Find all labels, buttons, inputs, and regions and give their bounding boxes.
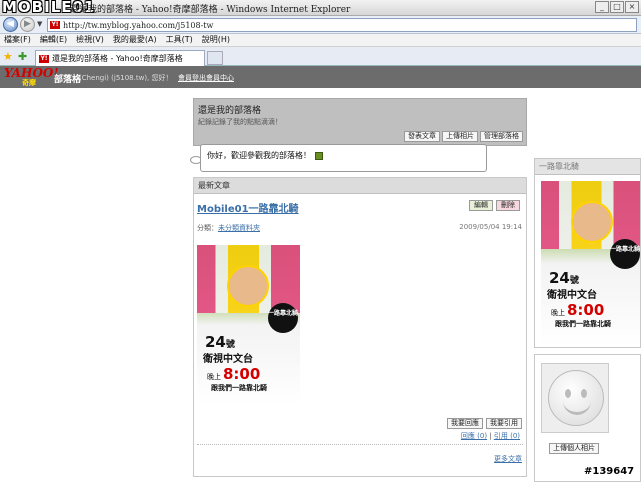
- poster-face: [571, 201, 613, 243]
- blog-title: 還是我的部落格: [198, 106, 262, 116]
- new-tab-button[interactable]: [207, 51, 223, 65]
- poster-time: 晚上 8:00: [207, 365, 260, 383]
- smiley-icon: [548, 370, 604, 426]
- menu-favorites[interactable]: 我的最愛(A): [113, 34, 157, 46]
- quote-button[interactable]: 我要引用: [486, 418, 522, 429]
- window-controls: _ □ ×: [595, 1, 639, 13]
- upload-avatar-button[interactable]: 上傳個人相片: [549, 443, 599, 454]
- poster-face: [227, 265, 269, 307]
- tab-row: ★ ✚ Y! 還是我的部落格 - Yahoo!奇摩部落格: [0, 47, 641, 66]
- poster-date: 24號: [205, 333, 235, 351]
- sidebar-profile: 上傳個人相片: [534, 354, 641, 482]
- welcome-bubble: 你好，歡迎參觀我的部落格！: [200, 144, 487, 172]
- close-button[interactable]: ×: [625, 1, 639, 13]
- maximize-button[interactable]: □: [610, 1, 624, 13]
- more-articles-link[interactable]: 更多文章: [494, 454, 522, 464]
- category-label: 分類：: [197, 224, 218, 232]
- reply-count-link[interactable]: 回應 (0): [461, 432, 487, 440]
- sidebar-featured: 一路靠北騎 一路靠北騎 24號 衛視中文台 晚上 8:00 跟我們一路靠北騎: [534, 158, 641, 348]
- url-input[interactable]: Y! http://tw.myblog.yahoo.com/j5108-tw: [47, 18, 637, 32]
- sidebar-header: 一路靠北騎: [535, 159, 640, 175]
- window-titlebar: MOBILE01 還是我的部落格 - Yahoo!奇摩部落格 - Windows…: [0, 0, 641, 16]
- edit-post-button[interactable]: 編輯: [469, 200, 493, 211]
- post-actions: 我要回應 我要引用: [447, 418, 522, 429]
- image-counter: #139647: [584, 466, 635, 477]
- reply-button[interactable]: 我要回應: [447, 418, 483, 429]
- menu-help[interactable]: 說明(H): [202, 34, 230, 46]
- member-center-link[interactable]: 會員中心: [206, 73, 234, 83]
- sidebar-image[interactable]: 一路靠北騎 24號 衛視中文台 晚上 8:00 跟我們一路靠北騎: [541, 181, 640, 346]
- favorites-star-icon[interactable]: ★: [3, 50, 13, 63]
- poster-time: 晚上 8:00: [551, 301, 604, 319]
- poster-time-prefix: 晚上: [551, 309, 565, 317]
- window-title: 還是我的部落格 - Yahoo!奇摩部落格 - Windows Internet…: [70, 5, 351, 15]
- edit-pencil-icon[interactable]: [315, 151, 323, 160]
- blog-subtitle: 紀錄記錄了我的點點滴滴！: [198, 118, 282, 126]
- address-bar: ◀ ▶ ▼ Y! http://tw.myblog.yahoo.com/j510…: [0, 16, 641, 34]
- tab-label: 還是我的部落格 - Yahoo!奇摩部落格: [52, 54, 183, 63]
- url-text: http://tw.myblog.yahoo.com/j5108-tw: [63, 20, 214, 30]
- avatar: [541, 363, 609, 433]
- poster-date: 24號: [549, 269, 579, 287]
- upload-photo-button[interactable]: 上傳相片: [442, 131, 478, 142]
- post-article-button[interactable]: 發表文章: [404, 131, 440, 142]
- category-link[interactable]: 未分類資料夾: [218, 224, 260, 232]
- poster-logo-circle: 一路靠北騎: [268, 303, 298, 333]
- delete-post-button[interactable]: 刪除: [496, 200, 520, 211]
- smiley-eye: [581, 389, 587, 398]
- manage-blog-button[interactable]: 管理部落格: [480, 131, 523, 142]
- post-title-link[interactable]: Mobile01一路靠北騎: [197, 200, 299, 215]
- latest-articles-panel: 最新文章 Mobile01一路靠北騎 編輯 刪除 分類：未分類資料夾 2009/…: [193, 177, 527, 477]
- poster-slogan: 跟我們一路靠北騎: [211, 384, 267, 392]
- post-edit-actions: 編輯 刪除: [469, 200, 520, 211]
- poster-time-value: 8:00: [223, 365, 261, 383]
- panel-header: 最新文章: [194, 178, 526, 194]
- yahoo-favicon-icon: Y!: [39, 54, 49, 63]
- yahoo-favicon-icon: Y!: [50, 21, 60, 29]
- quote-count-link[interactable]: 引用 (0): [494, 432, 520, 440]
- menu-bar: 檔案(F) 編輯(E) 檢視(V) 我的最愛(A) 工具(T) 說明(H): [0, 34, 641, 47]
- user-greeting: (Chengi) (j5108.tw), 您好！: [79, 74, 173, 82]
- poster-date-suffix: 號: [569, 276, 579, 286]
- divider: [197, 444, 523, 445]
- poster-date-suffix: 號: [225, 340, 235, 350]
- logout-link[interactable]: 會員登出: [178, 73, 206, 83]
- poster-time-prefix: 晚上: [207, 373, 221, 381]
- minimize-button[interactable]: _: [595, 1, 609, 13]
- banner-actions: 發表文章 上傳相片 管理部落格: [404, 131, 523, 142]
- post-counts: 回應 (0) | 引用 (0): [460, 432, 520, 440]
- menu-file[interactable]: 檔案(F): [4, 34, 31, 46]
- menu-tools[interactable]: 工具(T): [166, 34, 193, 46]
- history-dropdown-icon[interactable]: ▼: [37, 20, 42, 28]
- tab-blog[interactable]: Y! 還是我的部落格 - Yahoo!奇摩部落格: [35, 50, 205, 66]
- add-favorite-icon[interactable]: ✚: [18, 50, 27, 63]
- welcome-text-row: 你好，歡迎參觀我的部落格！: [207, 150, 323, 161]
- menu-view[interactable]: 檢視(V): [76, 34, 104, 46]
- poster-logo-circle: 一路靠北騎: [610, 239, 640, 269]
- poster-slogan: 跟我們一路靠北騎: [555, 320, 611, 328]
- smiley-eye: [565, 389, 571, 398]
- menu-edit[interactable]: 編輯(E): [40, 34, 67, 46]
- section-title[interactable]: 部落格: [54, 72, 81, 85]
- welcome-text: 你好，歡迎參觀我的部落格！: [207, 151, 311, 160]
- forward-button[interactable]: ▶: [20, 17, 35, 32]
- back-button[interactable]: ◀: [3, 17, 18, 32]
- post-category: 分類：未分類資料夾: [197, 223, 260, 233]
- poster-date-day: 24: [549, 269, 570, 287]
- blog-banner: 還是我的部落格 紀錄記錄了我的點點滴滴！ 發表文章 上傳相片 管理部落格: [193, 98, 527, 146]
- post-date: 2009/05/04 19:14: [459, 223, 522, 231]
- yahoo-header: YAHOO! 奇摩 部落格 (Chengi) (j5108.tw), 您好！ 會…: [0, 66, 641, 88]
- yahoo-logo-sub: 奇摩: [22, 79, 36, 87]
- poster-channel: 衛視中文台: [203, 354, 253, 365]
- post-image[interactable]: 一路靠北騎 24號 衛視中文台 晚上 8:00 跟我們一路靠北騎: [197, 245, 300, 405]
- smiley-mouth: [563, 401, 591, 415]
- poster-date-day: 24: [205, 333, 226, 351]
- poster-channel: 衛視中文台: [547, 290, 597, 301]
- poster-time-value: 8:00: [567, 301, 605, 319]
